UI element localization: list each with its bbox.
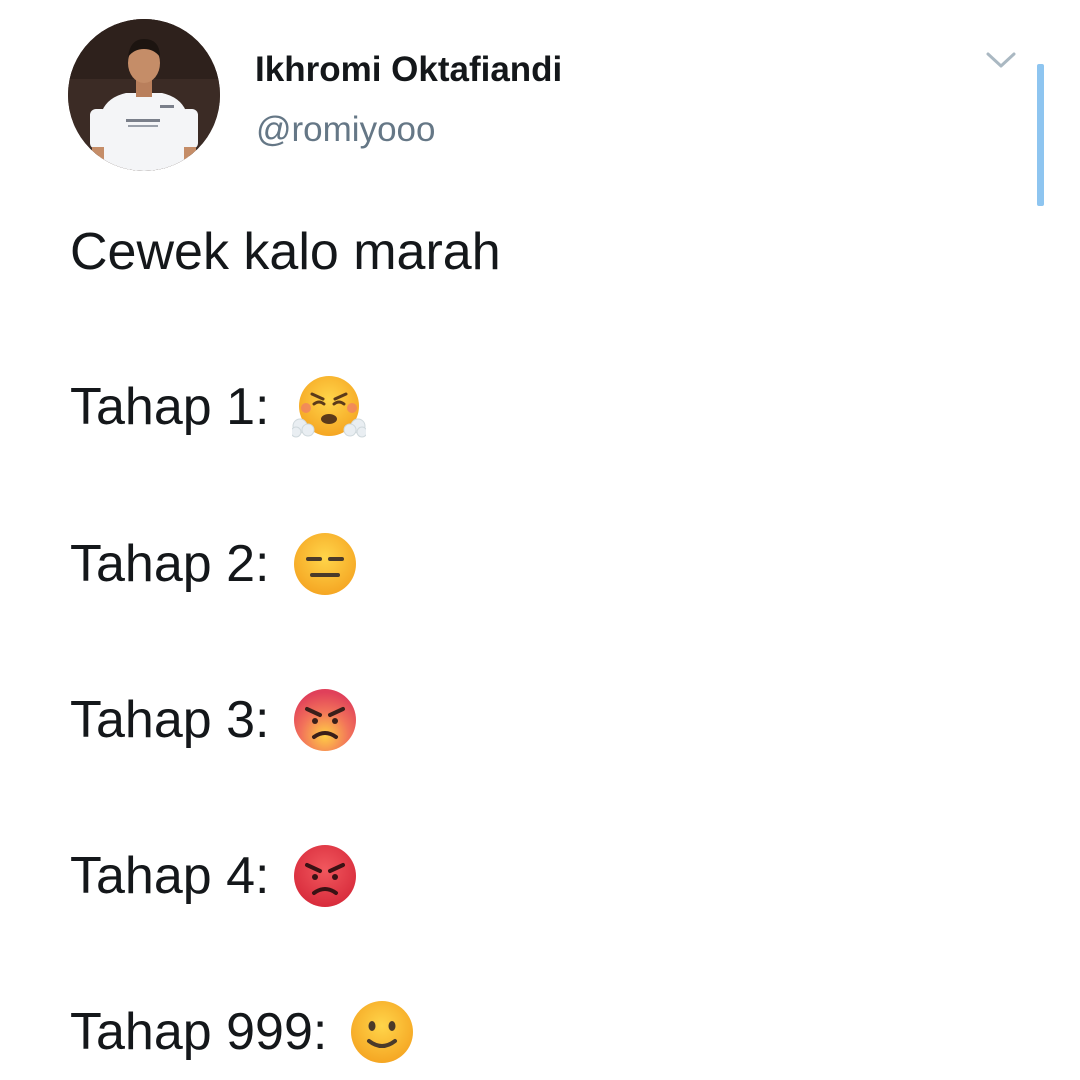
pouting-face-icon	[292, 843, 358, 909]
tweet-stage-line: Tahap 3:	[70, 687, 358, 753]
stage-label: Tahap 4:	[70, 847, 270, 905]
slightly-smiling-face-icon	[349, 999, 415, 1065]
tweet-stage-line: Tahap 2:	[70, 531, 358, 597]
stage-label: Tahap 2:	[70, 535, 270, 593]
stage-label: Tahap 999:	[70, 1003, 328, 1061]
tweet-stage-line: Tahap 1:	[70, 374, 366, 440]
tweet-text-intro: Cewek kalo marah	[70, 223, 501, 281]
scrollbar[interactable]	[1037, 64, 1044, 206]
face-with-steam-from-nose-icon	[291, 374, 366, 440]
angry-face-icon	[292, 687, 358, 753]
tweet-stage-line: Tahap 4:	[70, 843, 358, 909]
chevron-down-icon[interactable]	[983, 48, 1019, 74]
expressionless-face-icon	[292, 531, 358, 597]
stage-label: Tahap 3:	[70, 691, 270, 749]
avatar[interactable]	[68, 19, 220, 171]
stage-label: Tahap 1:	[70, 378, 270, 436]
author-handle[interactable]: @romiyooo	[256, 109, 435, 151]
tweet-stage-line: Tahap 999:	[70, 999, 415, 1065]
author-display-name[interactable]: Ikhromi Oktafiandi	[255, 49, 562, 91]
